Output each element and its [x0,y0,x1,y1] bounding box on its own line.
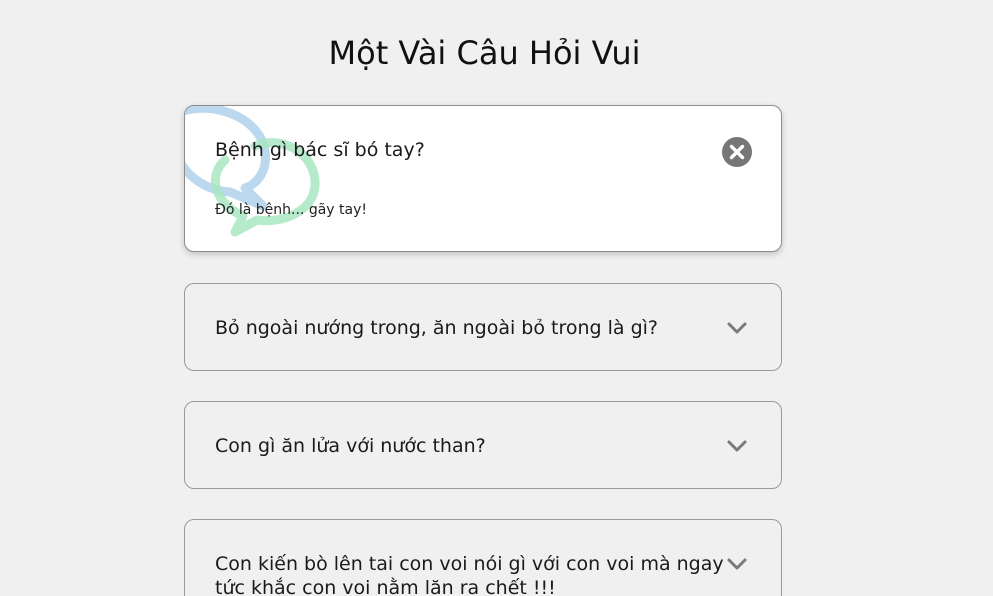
chevron-down-icon [727,440,747,452]
faq-answer: Đó là bệnh... gãy tay! [215,202,367,218]
faq-question: Con gì ăn lửa với nước than? [215,435,486,457]
faq-question: Bệnh gì bác sĩ bó tay? [215,139,425,161]
close-icon [722,137,752,167]
faq-question: Con kiến bò lên tai con voi nói gì với c… [215,553,724,596]
chevron-down-icon [727,558,747,570]
faq-item[interactable]: Bỏ ngoài nướng trong, ăn ngoài bỏ trong … [184,283,782,371]
page-title: Một Vài Câu Hỏi Vui [328,34,641,72]
faq-item[interactable]: Bệnh gì bác sĩ bó tay? Đó là bệnh... gãy… [184,105,782,252]
faq-item[interactable]: Con kiến bò lên tai con voi nói gì với c… [184,519,782,596]
chevron-down-icon [727,322,747,334]
speech-bubbles-icon [185,106,320,237]
close-button[interactable] [721,136,753,168]
expand-button[interactable] [721,548,753,580]
faq-item[interactable]: Con gì ăn lửa với nước than? [184,401,782,489]
expand-button[interactable] [721,430,753,462]
expand-button[interactable] [721,312,753,344]
faq-question: Bỏ ngoài nướng trong, ăn ngoài bỏ trong … [215,317,659,339]
faq-page: Một Vài Câu Hỏi Vui Bệnh gì bác sĩ bó ta… [0,0,993,596]
